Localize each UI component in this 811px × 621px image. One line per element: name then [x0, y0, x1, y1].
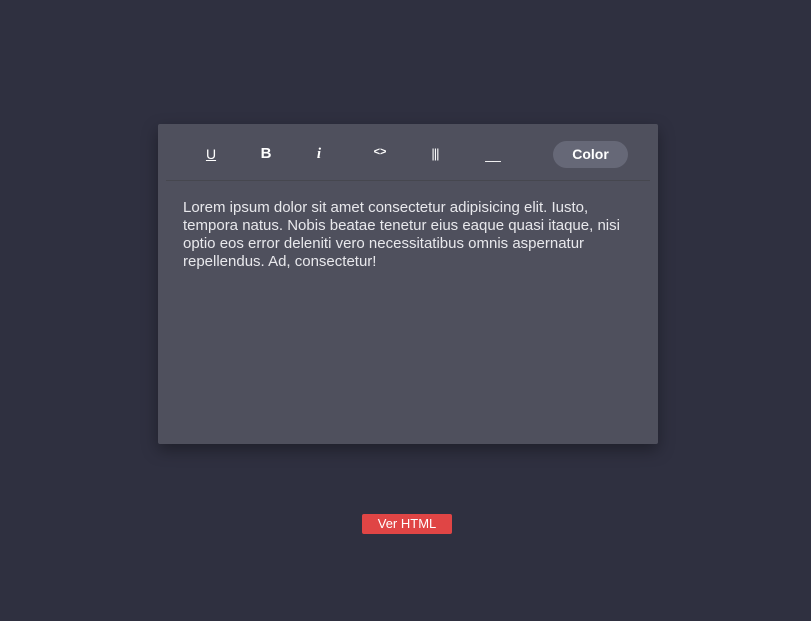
code-button[interactable]: <> [372, 141, 388, 163]
view-html-button[interactable]: Ver HTML [362, 514, 452, 534]
text-editor: U B i <> ||| __ Color Lorem ipsum dolor … [158, 124, 658, 444]
columns-button[interactable]: ||| [428, 143, 442, 165]
bold-button[interactable]: B [258, 143, 274, 165]
editor-toolbar: U B i <> ||| __ Color [166, 124, 650, 181]
underline-button[interactable]: U [204, 143, 218, 165]
horizontal-line-button[interactable]: __ [484, 143, 502, 165]
color-button[interactable]: Color [553, 141, 628, 168]
editor-content[interactable]: Lorem ipsum dolor sit amet consectetur a… [183, 199, 635, 271]
italic-button[interactable]: i [314, 143, 324, 165]
